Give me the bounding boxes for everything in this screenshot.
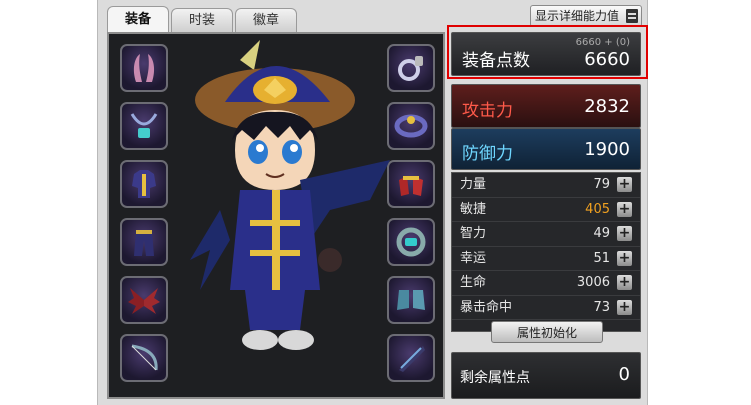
attr-row-agility: 敏捷 405 + <box>452 198 640 222</box>
add-intelligence-button[interactable]: + <box>617 226 632 241</box>
add-crit-hit-button[interactable]: + <box>617 299 632 315</box>
tab-fashion-label: 时装 <box>188 13 215 28</box>
attr-row-intelligence: 智力 49 + <box>452 222 640 247</box>
equip-slot-horns[interactable] <box>120 44 168 92</box>
attr-name: 暴击命中 <box>460 299 513 315</box>
highlight-outline <box>447 25 648 79</box>
tab-equipment-label: 装备 <box>124 12 151 27</box>
show-detailed-stats-button[interactable]: 显示详细能力值 <box>530 5 642 27</box>
equip-slot-necklace[interactable] <box>120 102 168 150</box>
stats-panel: 装备点数 6660 + (0) 6660 攻击力 2832 防御力 1900 力… <box>451 32 641 399</box>
add-strength-button[interactable]: + <box>617 177 632 192</box>
necklace-icon <box>130 113 158 138</box>
character-avatar <box>190 40 390 350</box>
attr-name: 智力 <box>460 226 487 241</box>
top-armor-icon <box>132 170 156 198</box>
attr-value: 49 <box>593 226 610 241</box>
add-health-button[interactable]: + <box>617 275 632 290</box>
attack-value: 2832 <box>584 96 630 117</box>
attr-value: 79 <box>593 177 610 192</box>
document-icon <box>626 9 638 23</box>
equip-slot-bottom[interactable] <box>120 218 168 266</box>
equip-slot-weapon[interactable] <box>120 334 168 382</box>
show-detailed-stats-label: 显示详细能力值 <box>535 9 620 23</box>
defense-value: 1900 <box>584 139 630 160</box>
attr-name: 力量 <box>460 177 487 192</box>
attr-row-crit-hit: 暴击命中 73 + <box>452 296 640 320</box>
attr-row-health: 生命 3006 + <box>452 271 640 296</box>
horns-icon <box>133 54 155 82</box>
remaining-points-label: 剩余属性点 <box>460 370 530 386</box>
tab-badge[interactable]: 徽章 <box>235 8 297 32</box>
attr-name: 生命 <box>460 275 487 290</box>
attr-value: 51 <box>593 250 610 266</box>
attr-value: 73 <box>593 299 610 315</box>
attr-value: 3006 <box>576 275 610 290</box>
defense-box: 防御力 1900 <box>451 128 641 170</box>
remaining-points-box: 剩余属性点 0 <box>451 352 641 399</box>
equip-slot-top[interactable] <box>120 160 168 208</box>
tab-fashion[interactable]: 时装 <box>171 8 233 32</box>
reset-attributes-button[interactable]: 属性初始化 <box>491 321 603 343</box>
attr-name: 敏捷 <box>460 201 487 217</box>
bow-weapon-icon <box>131 344 158 371</box>
attribute-list: 力量 79 + 敏捷 405 + 智力 49 + 幸运 51 + 生命 3006… <box>451 172 641 332</box>
add-agility-button[interactable]: + <box>617 201 632 217</box>
remaining-points-value: 0 <box>618 364 630 385</box>
bottom-armor-icon <box>134 230 154 256</box>
wings-icon <box>128 288 160 314</box>
attr-row-luck: 幸运 51 + <box>452 247 640 271</box>
attack-label: 攻击力 <box>462 101 513 121</box>
defense-label: 防御力 <box>462 144 513 164</box>
tab-badge-label: 徽章 <box>252 13 279 28</box>
add-luck-button[interactable]: + <box>617 250 632 266</box>
tab-equipment[interactable]: 装备 <box>107 6 169 32</box>
equip-slot-wings[interactable] <box>120 276 168 324</box>
attr-value: 405 <box>585 201 610 217</box>
attr-name: 幸运 <box>460 250 487 266</box>
attack-box: 攻击力 2832 <box>451 84 641 128</box>
attr-row-strength: 力量 79 + <box>452 173 640 198</box>
